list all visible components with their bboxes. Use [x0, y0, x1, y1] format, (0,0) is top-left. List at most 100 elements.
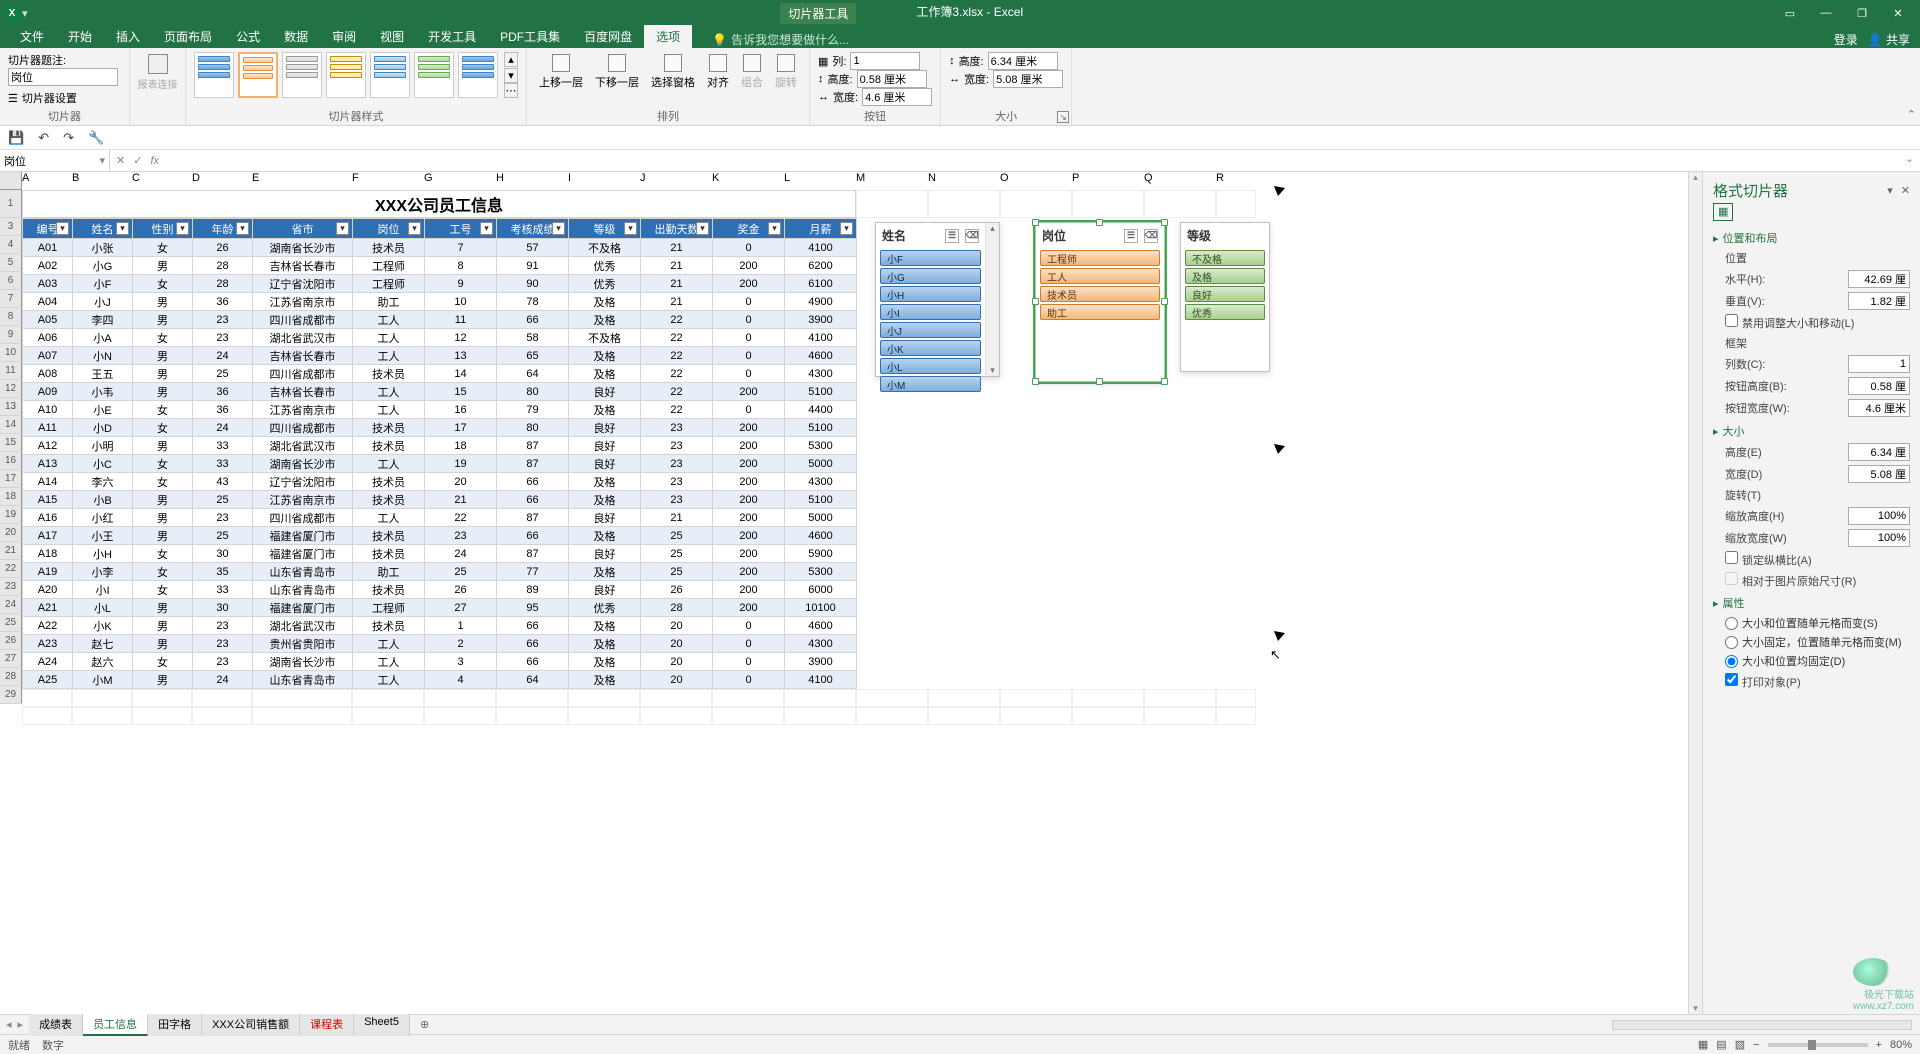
- table-header-3[interactable]: 年龄▾: [193, 219, 253, 239]
- table-cell[interactable]: A18: [23, 545, 73, 563]
- table-cell[interactable]: 36: [193, 293, 253, 311]
- table-cell[interactable]: 18: [425, 437, 497, 455]
- table-cell[interactable]: 小I: [73, 581, 133, 599]
- table-cell[interactable]: 3900: [785, 311, 857, 329]
- table-cell[interactable]: 4300: [785, 473, 857, 491]
- table-cell[interactable]: A03: [23, 275, 73, 293]
- tab-baidu[interactable]: 百度网盘: [572, 25, 644, 48]
- table-cell[interactable]: 技术员: [353, 365, 425, 383]
- table-cell[interactable]: A22: [23, 617, 73, 635]
- table-cell[interactable]: 64: [497, 365, 569, 383]
- slicer-settings-button[interactable]: ☰ 切片器设置: [8, 90, 121, 106]
- table-cell[interactable]: A09: [23, 383, 73, 401]
- table-cell[interactable]: 及格: [569, 401, 641, 419]
- row-header-9[interactable]: 9: [0, 326, 22, 344]
- add-sheet-icon[interactable]: ⊕: [410, 1018, 439, 1031]
- clear-filter-icon[interactable]: ⌫: [965, 229, 979, 243]
- prop-opt3-radio[interactable]: [1725, 655, 1738, 668]
- table-cell[interactable]: 小L: [73, 599, 133, 617]
- table-cell[interactable]: 良好: [569, 383, 641, 401]
- table-cell[interactable]: 不及格: [569, 329, 641, 347]
- table-cell[interactable]: 小K: [73, 617, 133, 635]
- table-cell[interactable]: 吉林省长春市: [253, 347, 353, 365]
- row-header-11[interactable]: 11: [0, 362, 22, 380]
- table-cell[interactable]: 5300: [785, 563, 857, 581]
- table-cell[interactable]: 湖南省长沙市: [253, 653, 353, 671]
- table-cell[interactable]: 工人: [353, 653, 425, 671]
- table-header-6[interactable]: 工号▾: [425, 219, 497, 239]
- table-cell[interactable]: 23: [193, 635, 253, 653]
- table-cell[interactable]: 200: [713, 491, 785, 509]
- table-cell[interactable]: 优秀: [569, 599, 641, 617]
- qat-save-icon[interactable]: 💾: [8, 130, 24, 146]
- enter-formula-icon[interactable]: ✓: [133, 154, 142, 167]
- col-header-D[interactable]: D: [192, 172, 252, 190]
- qat-undo-icon[interactable]: ↶: [38, 130, 49, 146]
- filter-dropdown-icon[interactable]: ▾: [840, 222, 853, 235]
- table-cell[interactable]: A17: [23, 527, 73, 545]
- col-header-P[interactable]: P: [1072, 172, 1144, 190]
- horizontal-scrollbar[interactable]: [1612, 1020, 1912, 1030]
- table-cell[interactable]: 200: [713, 275, 785, 293]
- table-cell[interactable]: 10: [425, 293, 497, 311]
- table-cell[interactable]: 66: [497, 491, 569, 509]
- table-cell[interactable]: 12: [425, 329, 497, 347]
- tab-insert[interactable]: 插入: [104, 25, 152, 48]
- table-cell[interactable]: 江苏省南京市: [253, 491, 353, 509]
- table-cell[interactable]: 良好: [569, 437, 641, 455]
- sheet-tab-员工信息[interactable]: 员工信息: [83, 1014, 148, 1036]
- table-cell[interactable]: A25: [23, 671, 73, 689]
- tab-review[interactable]: 审阅: [320, 25, 368, 48]
- table-cell[interactable]: 技术员: [353, 527, 425, 545]
- table-cell[interactable]: 男: [133, 293, 193, 311]
- col-header-G[interactable]: G: [424, 172, 496, 190]
- table-cell[interactable]: 23: [641, 455, 713, 473]
- table-cell[interactable]: 江苏省南京市: [253, 293, 353, 311]
- table-cell[interactable]: 工程师: [353, 599, 425, 617]
- table-cell[interactable]: 23: [193, 329, 253, 347]
- filter-dropdown-icon[interactable]: ▾: [116, 222, 129, 235]
- slicer-style-4[interactable]: [326, 52, 366, 98]
- size-width-input[interactable]: [993, 70, 1063, 88]
- table-cell[interactable]: 25: [641, 527, 713, 545]
- row-header-4[interactable]: 4: [0, 236, 22, 254]
- table-cell[interactable]: 66: [497, 617, 569, 635]
- table-cell[interactable]: A16: [23, 509, 73, 527]
- table-cell[interactable]: 女: [133, 275, 193, 293]
- table-cell[interactable]: 男: [133, 311, 193, 329]
- table-cell[interactable]: 4100: [785, 671, 857, 689]
- share-button[interactable]: 👤 共享: [1868, 31, 1910, 48]
- table-cell[interactable]: 95: [497, 599, 569, 617]
- table-cell[interactable]: 山东省青岛市: [253, 671, 353, 689]
- table-cell[interactable]: 200: [713, 383, 785, 401]
- horizontal-input[interactable]: [1848, 270, 1910, 288]
- sp-columns-input[interactable]: [1848, 355, 1910, 373]
- table-cell[interactable]: 工程师: [353, 275, 425, 293]
- table-cell[interactable]: A14: [23, 473, 73, 491]
- row-header-23[interactable]: 23: [0, 578, 22, 596]
- zoom-out-icon[interactable]: −: [1753, 1039, 1759, 1051]
- table-header-9[interactable]: 出勤天数▾: [641, 219, 713, 239]
- table-cell[interactable]: 赵六: [73, 653, 133, 671]
- table-cell[interactable]: 工人: [353, 383, 425, 401]
- slicer-grade[interactable]: 等级 不及格及格良好优秀: [1180, 222, 1270, 372]
- table-cell[interactable]: 及格: [569, 653, 641, 671]
- table-cell[interactable]: 技术员: [353, 437, 425, 455]
- filter-dropdown-icon[interactable]: ▾: [624, 222, 637, 235]
- table-cell[interactable]: 5000: [785, 509, 857, 527]
- table-cell[interactable]: 22: [641, 347, 713, 365]
- table-cell[interactable]: 23: [193, 653, 253, 671]
- col-header-R[interactable]: R: [1216, 172, 1256, 190]
- table-cell[interactable]: 23: [641, 473, 713, 491]
- slicer-name-item[interactable]: 小F: [880, 250, 981, 266]
- tab-formulas[interactable]: 公式: [224, 25, 272, 48]
- gallery-scroll-down-icon[interactable]: ▾: [504, 68, 518, 83]
- table-cell[interactable]: 1: [425, 617, 497, 635]
- table-cell[interactable]: 小A: [73, 329, 133, 347]
- table-cell[interactable]: 22: [641, 383, 713, 401]
- table-cell[interactable]: 湖南省长沙市: [253, 455, 353, 473]
- zoom-slider[interactable]: [1768, 1043, 1868, 1047]
- table-cell[interactable]: 25: [193, 527, 253, 545]
- slicer-position-item[interactable]: 工人: [1040, 268, 1160, 284]
- table-cell[interactable]: 优秀: [569, 257, 641, 275]
